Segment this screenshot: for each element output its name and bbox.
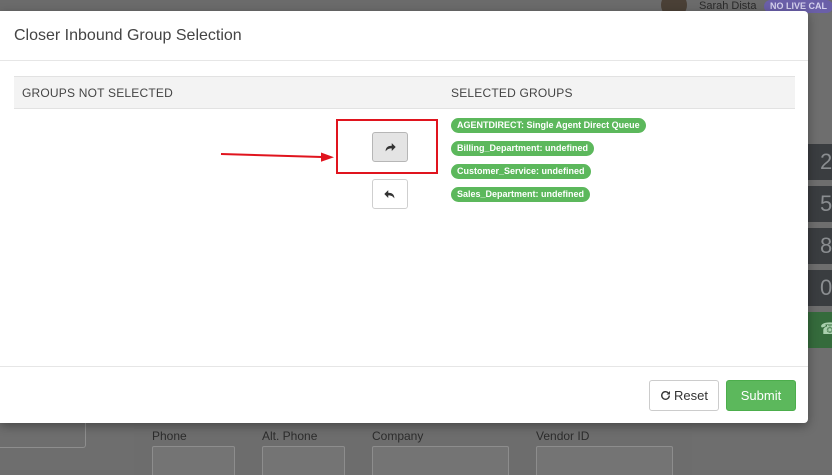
selected-group-tag[interactable]: Sales_Department: undefined <box>451 187 591 202</box>
alt-phone-label: Alt. Phone <box>262 429 318 443</box>
groups-not-selected-list <box>14 111 334 351</box>
phone-label: Phone <box>152 429 187 443</box>
highlight-annotation-box <box>336 119 438 174</box>
company-label: Company <box>372 429 424 443</box>
groups-not-selected-header: GROUPS NOT SELECTED <box>22 86 173 100</box>
dialpad-key-2: 2 <box>808 144 832 180</box>
company-field <box>372 446 509 475</box>
alt-phone-field <box>262 446 345 475</box>
groups-column-headers: GROUPS NOT SELECTED SELECTED GROUPS <box>14 76 795 109</box>
submit-button[interactable]: Submit <box>726 380 796 411</box>
dialpad-key-0: 0 <box>808 270 832 306</box>
selected-group-tag[interactable]: Customer_Service: undefined <box>451 164 591 179</box>
reply-arrow-left-icon <box>384 190 395 199</box>
dialpad-key-8: 8 <box>808 228 832 264</box>
modal-title: Closer Inbound Group Selection <box>14 27 242 44</box>
annotation-arrow <box>220 152 334 162</box>
modal-header: Closer Inbound Group Selection <box>0 11 808 61</box>
vendor-id-field <box>536 446 673 475</box>
selected-groups-header: SELECTED GROUPS <box>451 86 573 100</box>
dialpad-key-5: 5 <box>808 186 832 222</box>
reset-button[interactable]: Reset <box>649 380 719 411</box>
reset-label: Reset <box>674 388 708 403</box>
dial-call-button: ☎ <box>808 312 832 348</box>
refresh-icon <box>661 391 670 400</box>
phone-field <box>152 446 235 475</box>
phone-icon: ☎ <box>820 321 832 338</box>
modal-footer: Reset Submit <box>0 366 808 423</box>
closer-inbound-group-modal: Closer Inbound Group Selection GROUPS NO… <box>0 11 808 423</box>
move-left-button[interactable] <box>372 179 408 209</box>
selected-groups-list: AGENTDIRECT: Single Agent Direct Queue B… <box>451 118 646 210</box>
vendor-id-label: Vendor ID <box>536 429 590 443</box>
selected-group-tag[interactable]: AGENTDIRECT: Single Agent Direct Queue <box>451 118 646 133</box>
selected-group-tag[interactable]: Billing_Department: undefined <box>451 141 595 156</box>
